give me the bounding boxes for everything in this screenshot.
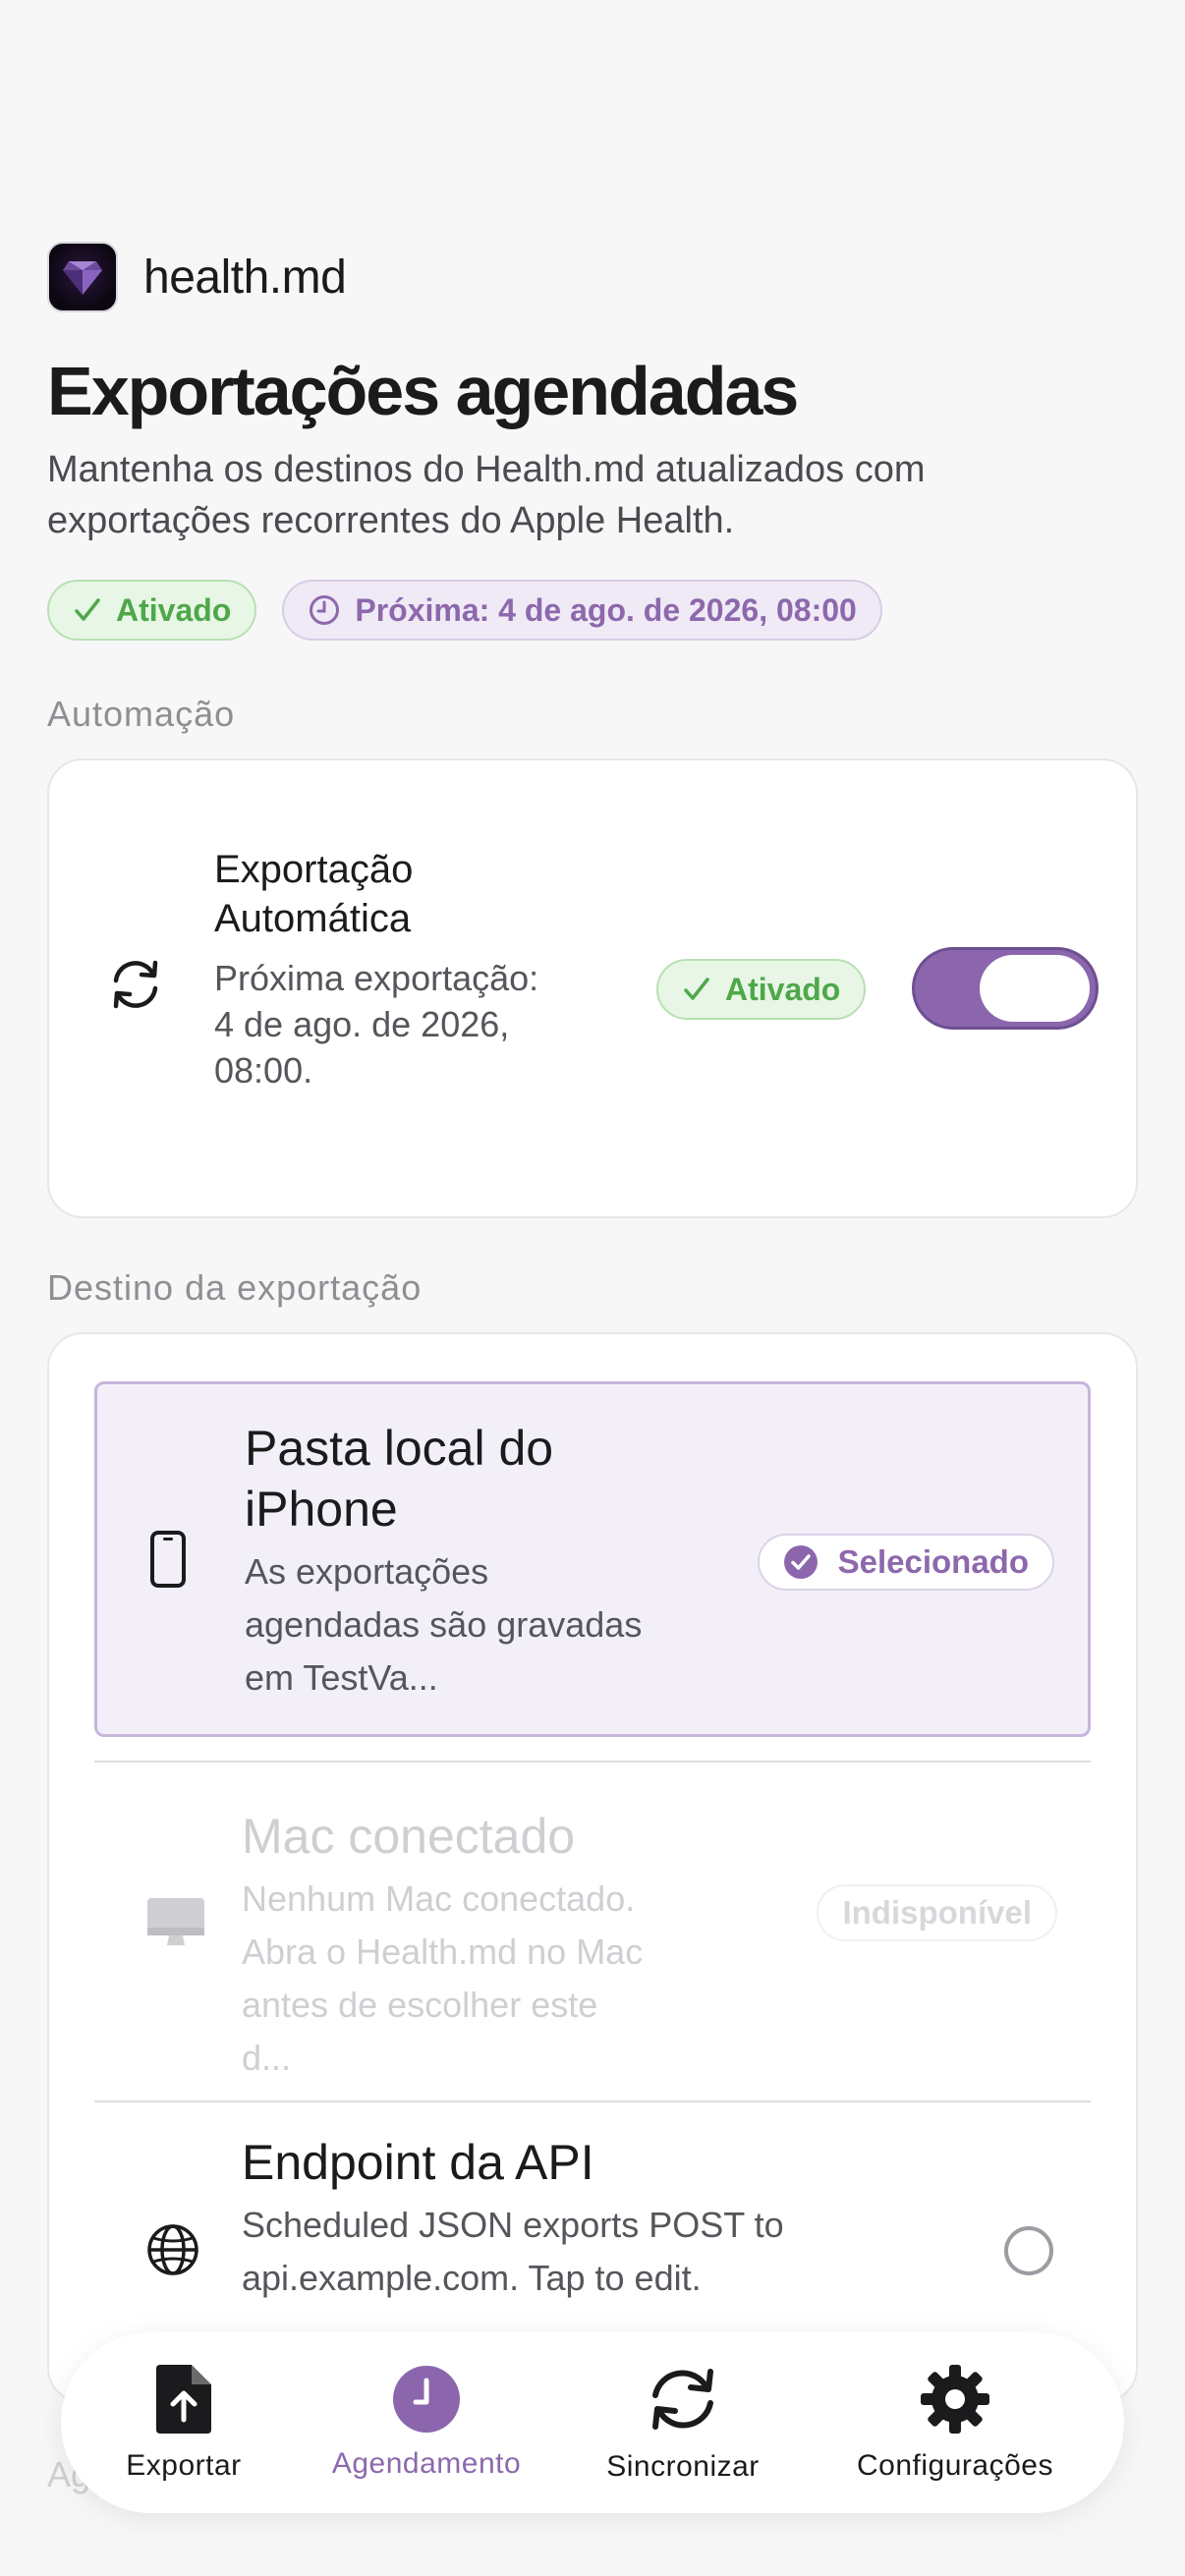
selected-badge: Selecionado	[757, 1534, 1054, 1591]
tab-schedule[interactable]: Agendamento	[279, 2332, 574, 2513]
status-chips: Ativado Próxima: 4 de ago. de 2026, 08:0…	[47, 580, 882, 641]
export-destination-card: Pasta local do iPhone As exportações age…	[47, 1332, 1138, 2403]
page-subtitle: Mantenha os destinos do Health.md atuali…	[47, 449, 926, 541]
divider	[94, 2100, 1091, 2102]
export-doc-icon	[156, 2365, 211, 2434]
destination-description: Scheduled JSON exports POST to api.examp…	[242, 2205, 784, 2298]
automation-section-label: Automação	[47, 694, 236, 734]
clock-icon	[393, 2366, 460, 2433]
divider	[94, 1761, 1091, 1763]
selected-badge-label: Selecionado	[837, 1543, 1029, 1580]
unavailable-badge: Indisponível	[817, 1884, 1057, 1941]
checkmark-icon	[75, 598, 100, 621]
destination-radio-button[interactable]	[1004, 2226, 1053, 2275]
automatic-export-status-badge: Ativado	[656, 959, 867, 1020]
automatic-export-text: Exportação Automática Próxima exportação…	[214, 845, 568, 1093]
screen: health.md Exportações agendadas Mantenha…	[0, 0, 1185, 2576]
destination-description: As exportações agendadas são gravadas em…	[245, 1551, 643, 1698]
automatic-export-status-label: Ativado	[725, 971, 841, 1007]
checkmark-circle-icon	[783, 1545, 818, 1579]
gear-icon	[921, 2365, 989, 2434]
destination-text: Mac conectado Nenhum Mac conectado. Abra…	[242, 1806, 654, 2085]
tab-label: Exportar	[126, 2449, 242, 2482]
tab-settings[interactable]: Configurações	[837, 2332, 1073, 2513]
automatic-export-title: Exportação Automática	[214, 848, 414, 940]
destination-title: Pasta local do iPhone	[245, 1421, 554, 1537]
desktop-computer-icon	[145, 1896, 206, 1954]
globe-icon	[145, 2222, 200, 2282]
toggle-knob	[980, 955, 1090, 1022]
tab-label: Agendamento	[331, 2447, 522, 2480]
destination-section-label: Destino da exportação	[47, 1267, 423, 1308]
next-export-badge: Próxima: 4 de ago. de 2026, 08:00	[282, 580, 882, 641]
page-title: Exportações agendadas	[47, 353, 799, 429]
automatic-export-description: Próxima exportação: 4 de ago. de 2026, 0…	[214, 958, 539, 1091]
destination-title: Mac conectado	[242, 1809, 576, 1864]
checkmark-icon	[684, 978, 709, 1000]
clock-icon	[310, 595, 340, 625]
iphone-icon	[148, 1530, 188, 1594]
destination-text: Pasta local do iPhone As exportações age…	[245, 1418, 657, 1705]
destination-text: Endpoint da API Scheduled JSON exports P…	[242, 2132, 871, 2305]
destination-title: Endpoint da API	[242, 2135, 594, 2190]
tab-bar: Exportar Agendamento Sincronizar Configu…	[61, 2332, 1124, 2513]
tab-export[interactable]: Exportar	[100, 2332, 267, 2513]
enabled-status-badge: Ativado	[47, 580, 257, 641]
next-export-label: Próxima: 4 de ago. de 2026, 08:00	[355, 591, 857, 628]
sync-icon	[104, 953, 167, 1021]
destination-option-local-folder[interactable]: Pasta local do iPhone As exportações age…	[94, 1381, 1091, 1737]
tab-sync[interactable]: Sincronizar	[590, 2332, 776, 2513]
tab-label: Sincronizar	[606, 2450, 760, 2483]
destination-option-connected-mac: Mac conectado Nenhum Mac conectado. Abra…	[94, 1766, 1091, 2091]
destination-description: Nenhum Mac conectado. Abra o Health.md n…	[242, 1878, 644, 2078]
tab-label: Configurações	[857, 2449, 1053, 2482]
app-logo-icon	[47, 242, 118, 312]
enabled-status-label: Ativado	[116, 591, 232, 628]
app-header: health.md	[47, 242, 347, 312]
automatic-export-toggle[interactable]	[912, 947, 1099, 1030]
app-name: health.md	[143, 251, 347, 304]
automatic-export-card: Exportação Automática Próxima exportação…	[47, 758, 1138, 1218]
sync-icon	[652, 2369, 713, 2430]
